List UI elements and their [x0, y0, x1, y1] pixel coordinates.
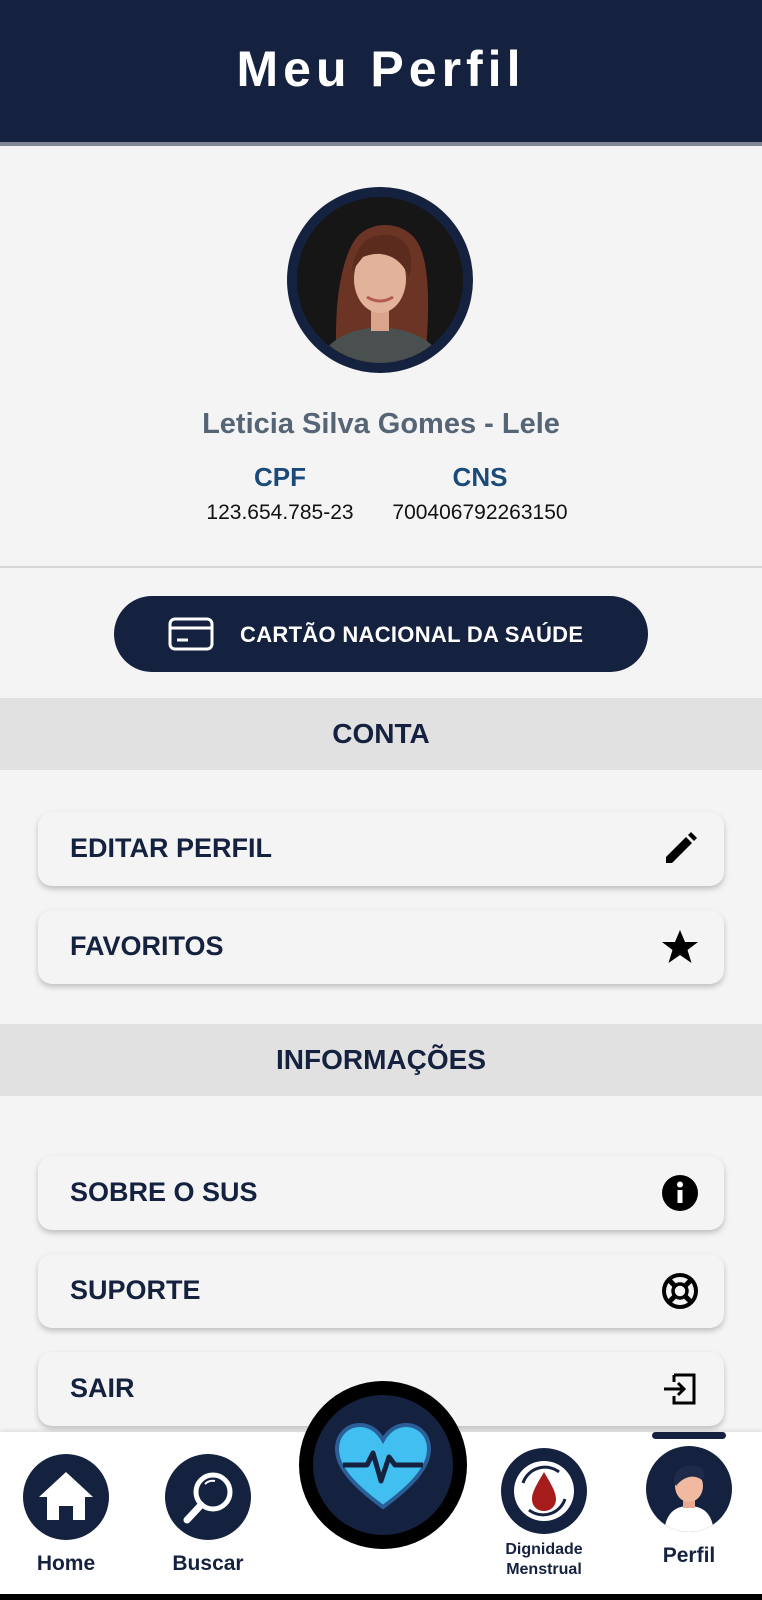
- lifebuoy-icon: [660, 1271, 700, 1311]
- favorites-button[interactable]: FAVORITOS: [38, 910, 724, 984]
- cns-label: CNS: [452, 462, 508, 492]
- nav-profile-label: Perfil: [662, 1544, 716, 1567]
- health-card-button[interactable]: CARTÃO NACIONAL DA SAÚDE: [114, 596, 648, 672]
- nav-menstrual-label-line2: Menstrual: [506, 1561, 582, 1578]
- info-icon: [660, 1173, 700, 1213]
- section-conta: CONTA: [0, 698, 762, 770]
- nav-home[interactable]: Home: [20, 1454, 112, 1576]
- cns-block: CNS 700406792263150: [370, 462, 590, 525]
- star-icon: [660, 927, 700, 967]
- blood-drop-icon: [501, 1448, 587, 1534]
- logout-label: SAIR: [70, 1373, 135, 1403]
- nav-search-label: Buscar: [172, 1552, 244, 1575]
- heart-pulse-icon: [313, 1395, 453, 1535]
- nav-menstrual-label-line1: Dignidade: [505, 1541, 583, 1558]
- about-sus-label: SOBRE O SUS: [70, 1177, 258, 1207]
- section-informacoes: INFORMAÇÕES: [0, 1024, 762, 1096]
- bottom-edge: [0, 1594, 762, 1600]
- support-label: SUPORTE: [70, 1275, 201, 1305]
- logout-icon: [660, 1369, 700, 1409]
- profile-divider: [0, 566, 762, 568]
- nav-search[interactable]: Buscar: [162, 1454, 254, 1576]
- health-card-label: CARTÃO NACIONAL DA SAÚDE: [240, 622, 584, 647]
- about-sus-button[interactable]: SOBRE O SUS: [38, 1156, 724, 1230]
- profile-name: Leticia Silva Gomes - Lele: [202, 408, 560, 440]
- app-header: Meu Perfil: [0, 0, 762, 146]
- cpf-value: 123.654.785-23: [206, 501, 354, 524]
- home-icon: [23, 1454, 109, 1540]
- pencil-icon: [660, 829, 700, 869]
- profile-avatar: [287, 187, 473, 373]
- page-title: Meu Perfil: [236, 41, 526, 97]
- nav-home-label: Home: [36, 1552, 96, 1575]
- cns-value: 700406792263150: [392, 501, 568, 524]
- profile-photo: [297, 197, 463, 363]
- support-button[interactable]: SUPORTE: [38, 1254, 724, 1328]
- edit-profile-label: EDITAR PERFIL: [70, 833, 272, 863]
- nav-menstrual-dignity[interactable]: Dignidade Menstrual: [494, 1448, 594, 1580]
- nav-menstrual-label: Dignidade Menstrual: [494, 1540, 594, 1580]
- edit-profile-button[interactable]: EDITAR PERFIL: [38, 812, 724, 886]
- cpf-label: CPF: [254, 462, 306, 492]
- user-avatar-icon: [646, 1446, 732, 1532]
- favorites-label: FAVORITOS: [70, 931, 224, 961]
- credit-card-icon: [168, 616, 214, 657]
- cpf-block: CPF 123.654.785-23: [170, 462, 390, 525]
- health-center-button[interactable]: [299, 1381, 467, 1549]
- search-icon: [165, 1454, 251, 1540]
- active-tab-indicator: [652, 1432, 726, 1439]
- nav-profile[interactable]: Perfil: [644, 1446, 734, 1568]
